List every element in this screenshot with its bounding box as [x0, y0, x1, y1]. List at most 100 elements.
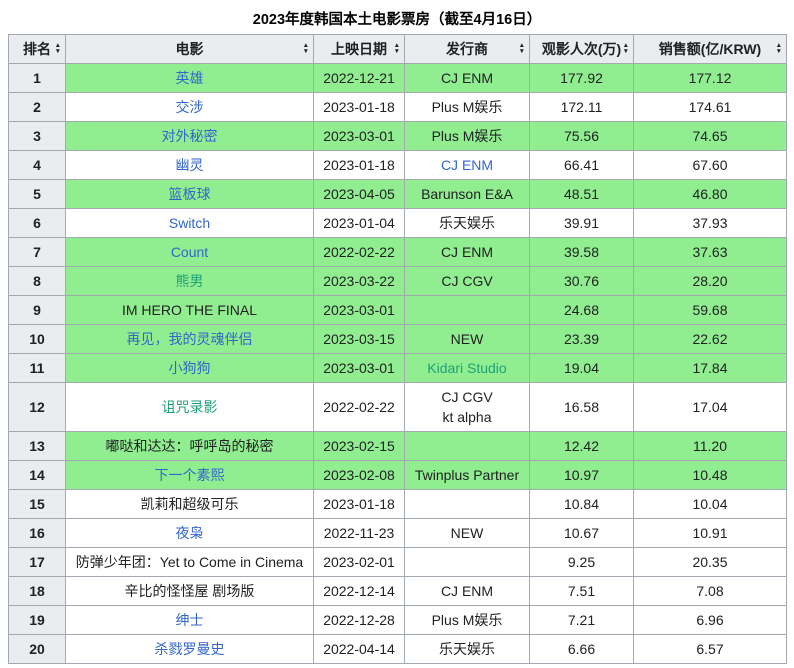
movie-link[interactable]: 熊男	[176, 273, 204, 289]
audience-cell: 12.42	[530, 432, 634, 461]
column-header-audience[interactable]: 观影人次(万) ▲▼	[530, 35, 634, 64]
column-header-sales[interactable]: 销售额(亿/KRW) ▲▼	[634, 35, 787, 64]
table-row: 3对外秘密2023-03-01Plus M娱乐75.5674.65	[9, 122, 787, 151]
table-row: 18辛比的怪怪屋 剧场版2022-12-14CJ ENM7.517.08	[9, 577, 787, 606]
distributor-name: CJ CGV kt alpha	[441, 389, 492, 425]
rank-cell: 17	[9, 548, 66, 577]
table-row: 9IM HERO THE FINAL2023-03-0124.6859.68	[9, 296, 787, 325]
movie-link[interactable]: 对外秘密	[162, 128, 218, 144]
movie-cell: 诅咒录影	[66, 383, 314, 432]
movie-cell: 小狗狗	[66, 354, 314, 383]
release-date-cell: 2023-01-18	[314, 151, 405, 180]
table-row: 12诅咒录影2022-02-22CJ CGV kt alpha16.5817.0…	[9, 383, 787, 432]
audience-cell: 66.41	[530, 151, 634, 180]
movie-link[interactable]: 小狗狗	[169, 360, 211, 376]
column-header-label: 排名	[23, 41, 51, 57]
distributor-cell: Twinplus Partner	[405, 461, 530, 490]
distributor-cell: Barunson E&A	[405, 180, 530, 209]
audience-cell: 172.11	[530, 93, 634, 122]
movie-cell: 下一个素熙	[66, 461, 314, 490]
table-row: 6Switch2023-01-04乐天娱乐39.9137.93	[9, 209, 787, 238]
distributor-cell: 乐天娱乐	[405, 635, 530, 664]
movie-link[interactable]: 交涉	[176, 99, 204, 115]
rank-cell: 12	[9, 383, 66, 432]
distributor-link[interactable]: Kidari Studio	[427, 360, 506, 376]
sort-down-icon: ▼	[776, 49, 782, 55]
release-date-cell: 2023-02-08	[314, 461, 405, 490]
movie-link[interactable]: 篮板球	[169, 186, 211, 202]
rank-cell: 20	[9, 635, 66, 664]
movie-link[interactable]: 夜枭	[176, 525, 204, 541]
movie-cell: 交涉	[66, 93, 314, 122]
distributor-link[interactable]: CJ ENM	[441, 157, 493, 173]
distributor-name: CJ ENM	[441, 244, 493, 260]
sales-cell: 22.62	[634, 325, 787, 354]
distributor-name: Plus M娱乐	[432, 612, 503, 628]
sales-cell: 10.04	[634, 490, 787, 519]
movie-cell: 幽灵	[66, 151, 314, 180]
audience-cell: 24.68	[530, 296, 634, 325]
sort-icon: ▲▼	[303, 43, 309, 55]
movie-link[interactable]: Switch	[169, 215, 210, 231]
table-row: 8熊男2023-03-22CJ CGV30.7628.20	[9, 267, 787, 296]
movie-link[interactable]: 绅士	[176, 612, 204, 628]
column-header-label: 观影人次(万)	[542, 41, 621, 57]
rank-cell: 13	[9, 432, 66, 461]
release-date-cell: 2023-03-22	[314, 267, 405, 296]
release-date-cell: 2022-02-22	[314, 238, 405, 267]
sales-cell: 7.08	[634, 577, 787, 606]
table-row: 11小狗狗2023-03-01Kidari Studio19.0417.84	[9, 354, 787, 383]
sales-cell: 174.61	[634, 93, 787, 122]
audience-cell: 7.51	[530, 577, 634, 606]
movie-link[interactable]: 诅咒录影	[162, 399, 218, 415]
column-header-rank[interactable]: 排名 ▲▼	[9, 35, 66, 64]
movie-title: 辛比的怪怪屋 剧场版	[125, 583, 255, 599]
sort-icon: ▲▼	[776, 43, 782, 55]
movie-link[interactable]: 幽灵	[176, 157, 204, 173]
distributor-cell	[405, 296, 530, 325]
audience-cell: 9.25	[530, 548, 634, 577]
distributor-cell: Plus M娱乐	[405, 606, 530, 635]
distributor-name: NEW	[451, 525, 484, 541]
page: 2023年度韩国本土电影票房（截至4月16日） 排名 ▲▼ 电影 ▲▼ 上映日期…	[0, 0, 794, 668]
rank-cell: 10	[9, 325, 66, 354]
movie-link[interactable]: 再见，我的灵魂伴侣	[127, 331, 253, 347]
table-row: 17防弹少年团：Yet to Come in Cinema2023-02-019…	[9, 548, 787, 577]
rank-cell: 14	[9, 461, 66, 490]
column-header-movie[interactable]: 电影 ▲▼	[66, 35, 314, 64]
distributor-cell: NEW	[405, 519, 530, 548]
column-header-release-date[interactable]: 上映日期 ▲▼	[314, 35, 405, 64]
column-header-distributor[interactable]: 发行商 ▲▼	[405, 35, 530, 64]
movie-link[interactable]: Count	[171, 244, 208, 260]
table-row: 14下一个素熙2023-02-08Twinplus Partner10.9710…	[9, 461, 787, 490]
distributor-cell: NEW	[405, 325, 530, 354]
movie-cell: 英雄	[66, 64, 314, 93]
movie-title: 凯莉和超级可乐	[141, 496, 239, 512]
column-header-label: 上映日期	[331, 41, 387, 57]
sort-icon: ▲▼	[394, 43, 400, 55]
distributor-name: CJ ENM	[441, 583, 493, 599]
rank-cell: 8	[9, 267, 66, 296]
movie-link[interactable]: 英雄	[176, 70, 204, 86]
rank-cell: 16	[9, 519, 66, 548]
release-date-cell: 2023-01-18	[314, 93, 405, 122]
audience-cell: 30.76	[530, 267, 634, 296]
sales-cell: 67.60	[634, 151, 787, 180]
sort-down-icon: ▼	[519, 49, 525, 55]
release-date-cell: 2022-12-21	[314, 64, 405, 93]
movie-cell: 篮板球	[66, 180, 314, 209]
audience-cell: 177.92	[530, 64, 634, 93]
audience-cell: 39.91	[530, 209, 634, 238]
distributor-name: Plus M娱乐	[432, 99, 503, 115]
release-date-cell: 2023-03-01	[314, 296, 405, 325]
page-title: 2023年度韩国本土电影票房（截至4月16日）	[0, 4, 794, 34]
distributor-cell: CJ ENM	[405, 238, 530, 267]
release-date-cell: 2022-11-23	[314, 519, 405, 548]
audience-cell: 39.58	[530, 238, 634, 267]
distributor-name: NEW	[451, 331, 484, 347]
movie-link[interactable]: 杀戮罗曼史	[155, 641, 225, 657]
release-date-cell: 2022-12-14	[314, 577, 405, 606]
movie-link[interactable]: 下一个素熙	[155, 467, 225, 483]
distributor-cell	[405, 490, 530, 519]
sales-cell: 28.20	[634, 267, 787, 296]
